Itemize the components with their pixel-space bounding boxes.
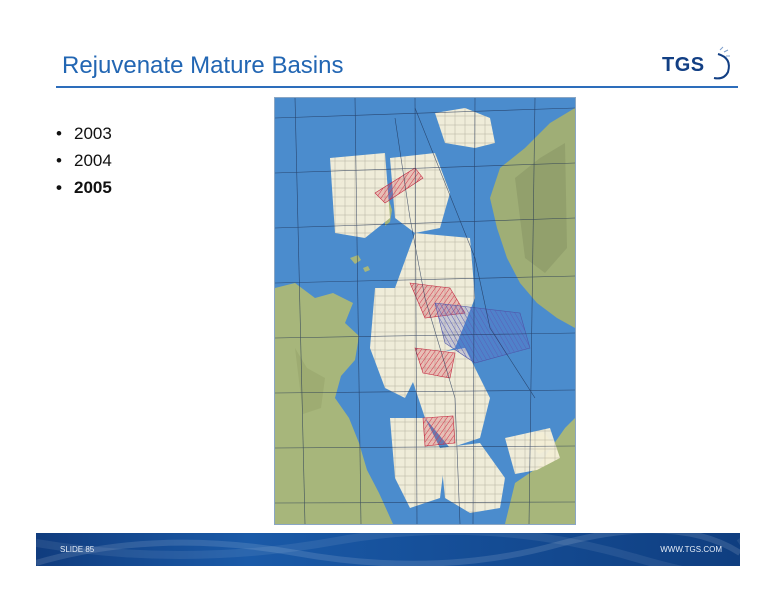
list-item: • 2005: [56, 177, 112, 197]
slide-number: SLIDE 85: [60, 545, 95, 554]
title-divider: [56, 86, 738, 88]
bullet-2005: 2005: [74, 177, 112, 197]
footer-website: WWW.TGS.COM: [660, 545, 722, 554]
list-item: • 2004: [56, 150, 112, 170]
year-list: • 2003 • 2004 • 2005: [56, 120, 112, 201]
slide-footer: SLIDE 85 WWW.TGS.COM: [36, 533, 740, 566]
survey-area-red: [422, 415, 456, 447]
map-graphic: [275, 98, 575, 524]
tgs-logo: TGS: [658, 44, 740, 84]
slide-title: Rejuvenate Mature Basins: [62, 52, 344, 79]
list-item: • 2003: [56, 123, 112, 143]
bullet-2003: 2003: [74, 123, 112, 143]
north-sea-survey-map: [274, 97, 576, 525]
slide: Rejuvenate Mature Basins TGS • 2003 • 20…: [0, 0, 776, 600]
footer-swirl-pattern: [36, 533, 740, 566]
bullet-2004: 2004: [74, 150, 112, 170]
tgs-logo-swoosh-icon: [713, 46, 730, 80]
